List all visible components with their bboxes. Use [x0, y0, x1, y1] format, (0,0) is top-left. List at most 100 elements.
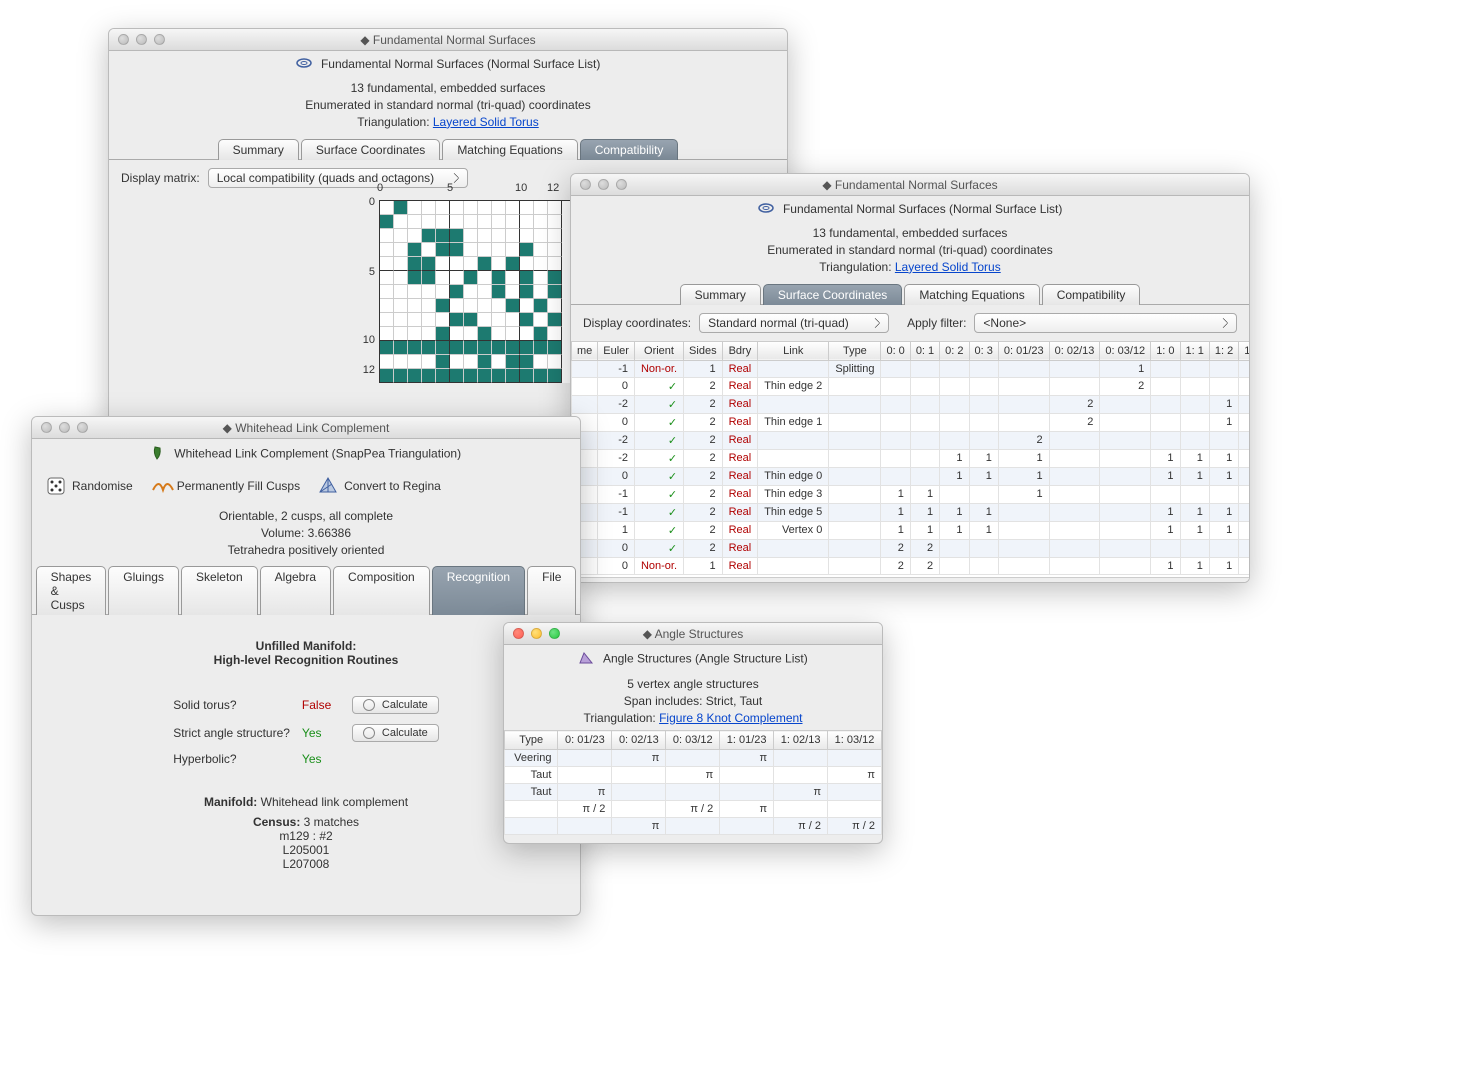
titlebar[interactable]: ◆ Fundamental Normal Surfaces [571, 174, 1249, 196]
table-row[interactable]: 02RealThin edge 22 [572, 377, 1250, 395]
tab-matching-equations[interactable]: Matching Equations [904, 284, 1039, 305]
column-header[interactable]: 1: 2 [1209, 341, 1238, 360]
tab-skeleton[interactable]: Skeleton [181, 566, 258, 615]
tab-recognition[interactable]: Recognition [432, 566, 525, 615]
fill-cusps-button[interactable]: Permanently Fill Cusps [151, 476, 300, 496]
triangulation-link[interactable]: Layered Solid Torus [433, 115, 539, 129]
angle-table[interactable]: Type0: 01/230: 02/130: 03/121: 01/231: 0… [504, 730, 882, 835]
matrix-cell [422, 271, 436, 285]
column-header[interactable]: Type [829, 341, 881, 360]
tab-summary[interactable]: Summary [680, 284, 761, 305]
matrix-cell [464, 215, 478, 229]
table-row[interactable]: 02RealThin edge 01111111 [572, 467, 1250, 485]
calculate-button[interactable]: Calculate [352, 696, 439, 714]
calculate-button[interactable]: Calculate [352, 724, 439, 742]
column-header[interactable]: 1: 02/13 [774, 731, 828, 750]
zoom-icon[interactable] [549, 628, 560, 639]
column-header[interactable]: 1: 1 [1180, 341, 1209, 360]
tab-compatibility[interactable]: Compatibility [580, 139, 679, 160]
close-icon[interactable] [580, 179, 591, 190]
tab-gluings[interactable]: Gluings [108, 566, 179, 615]
tab-shapes-cusps[interactable]: Shapes & Cusps [36, 566, 107, 615]
table-row[interactable]: -22Real1111111 [572, 449, 1250, 467]
column-header[interactable]: Link [758, 341, 829, 360]
column-header[interactable]: 1: 03/12 [828, 731, 882, 750]
column-header[interactable]: Type [505, 731, 558, 750]
column-header[interactable]: 0: 1 [910, 341, 939, 360]
table-row[interactable]: 0Non-or.1Real22111 [572, 557, 1250, 574]
column-header[interactable]: 0: 01/23 [558, 731, 612, 750]
tab-surface-coordinates[interactable]: Surface Coordinates [301, 139, 440, 160]
matrix-cell [492, 271, 506, 285]
minimize-icon[interactable] [531, 628, 542, 639]
titlebar[interactable]: ◆ Fundamental Normal Surfaces [109, 29, 787, 51]
tab-algebra[interactable]: Algebra [260, 566, 331, 615]
matrix-cell [520, 257, 534, 271]
matrix-cell [506, 215, 520, 229]
matrix-cell [534, 327, 548, 341]
titlebar[interactable]: ◆ Angle Structures [504, 623, 882, 645]
zoom-icon[interactable] [616, 179, 627, 190]
filter-select[interactable]: <None> [974, 313, 1237, 333]
column-header[interactable]: 0: 03/12 [1100, 341, 1151, 360]
tab-summary[interactable]: Summary [218, 139, 299, 160]
close-icon[interactable] [41, 422, 52, 433]
tab-surface-coordinates[interactable]: Surface Coordinates [763, 284, 902, 305]
matrix-cell [436, 229, 450, 243]
minimize-icon[interactable] [598, 179, 609, 190]
zoom-icon[interactable] [154, 34, 165, 45]
table-row[interactable]: 12RealVertex 011111111 [572, 521, 1250, 539]
display-coords-select[interactable]: Standard normal (tri-quad) [699, 313, 889, 333]
census-item: L205001 [72, 843, 540, 857]
minimize-icon[interactable] [136, 34, 147, 45]
column-header[interactable]: Bdry [722, 341, 758, 360]
table-row[interactable]: -22Real211 [572, 395, 1250, 413]
table-row[interactable]: π / 2π / 2π [505, 801, 882, 818]
surface-table[interactable]: meEulerOrientSidesBdryLinkType0: 00: 10:… [571, 341, 1249, 575]
column-header[interactable]: 0: 02/13 [1049, 341, 1100, 360]
tab-matching-equations[interactable]: Matching Equations [442, 139, 577, 160]
column-header[interactable]: 1: 01/23 [720, 731, 774, 750]
table-row[interactable]: Tautππ [505, 784, 882, 801]
zoom-icon[interactable] [77, 422, 88, 433]
table-row[interactable]: -12RealThin edge 3111 [572, 485, 1250, 503]
convert-regina-button[interactable]: Convert to Regina [318, 476, 441, 496]
matrix-cell [534, 355, 548, 369]
close-icon[interactable] [118, 34, 129, 45]
table-row[interactable]: -12RealThin edge 511111111 [572, 503, 1250, 521]
matrix-cell [464, 271, 478, 285]
column-header[interactable]: 1: 3 [1239, 341, 1249, 360]
tabs: Shapes & CuspsGluingsSkeletonAlgebraComp… [32, 566, 580, 615]
table-row[interactable]: ππ / 2π / 2 [505, 818, 882, 835]
table-row[interactable]: Veeringππ [505, 750, 882, 767]
column-header[interactable]: 0: 0 [881, 341, 910, 360]
column-header[interactable]: Sides [684, 341, 723, 360]
randomise-button[interactable]: Randomise [46, 476, 133, 496]
column-header[interactable]: Euler [598, 341, 635, 360]
triangulation-link[interactable]: Layered Solid Torus [895, 260, 1001, 274]
tab-composition[interactable]: Composition [333, 566, 430, 615]
close-icon[interactable] [513, 628, 524, 639]
column-header[interactable]: 0: 03/12 [666, 731, 720, 750]
tab-compatibility[interactable]: Compatibility [1042, 284, 1141, 305]
column-header[interactable]: 0: 01/23 [998, 341, 1049, 360]
table-row[interactable]: -1Non-or.1RealSplitting1 [572, 360, 1250, 377]
column-header[interactable]: Orient [634, 341, 683, 360]
minimize-icon[interactable] [59, 422, 70, 433]
column-header[interactable]: 0: 3 [969, 341, 998, 360]
table-row[interactable]: 02RealThin edge 1211 [572, 413, 1250, 431]
display-matrix-select[interactable]: Local compatibility (quads and octagons) [208, 168, 468, 188]
column-header[interactable]: 0: 2 [940, 341, 969, 360]
horizontal-scrollbar[interactable] [571, 577, 1249, 583]
table-row[interactable]: Tautππ [505, 767, 882, 784]
titlebar[interactable]: ◆ Whitehead Link Complement [32, 417, 580, 439]
table-row[interactable]: 02Real22 [572, 539, 1250, 557]
table-row[interactable]: -22Real2 [572, 431, 1250, 449]
matrix-cell [380, 229, 394, 243]
column-header[interactable]: me [572, 341, 598, 360]
triangulation-link[interactable]: Figure 8 Knot Complement [659, 711, 802, 725]
column-header[interactable]: 0: 02/13 [612, 731, 666, 750]
matrix-cell [450, 285, 464, 299]
column-header[interactable]: 1: 0 [1151, 341, 1180, 360]
tab-file[interactable]: File [527, 566, 576, 615]
